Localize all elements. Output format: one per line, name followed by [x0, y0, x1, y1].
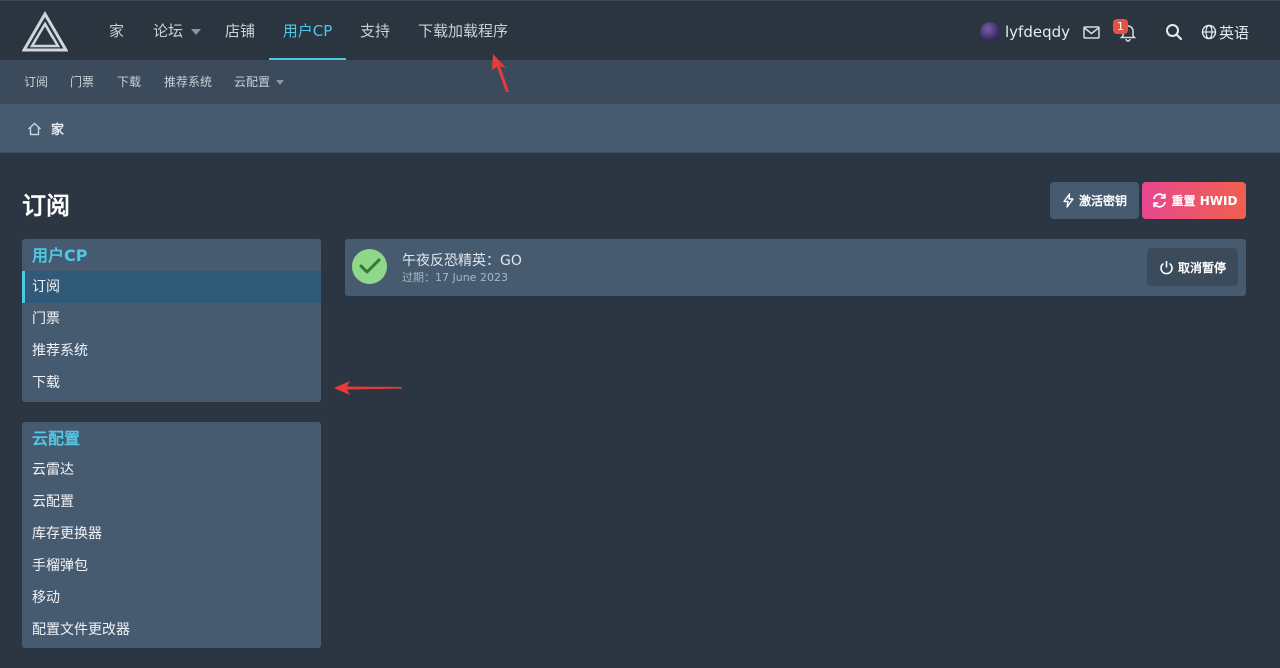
check-icon — [359, 258, 381, 274]
search-icon[interactable] — [1163, 21, 1185, 43]
unpause-label: 取消暂停 — [1177, 260, 1226, 275]
nav-forum-label: 论坛 — [153, 22, 184, 40]
subnav-cloud-config-label: 云配置 — [234, 75, 271, 89]
sidebar-item-subscriptions[interactable]: 订阅 — [22, 271, 321, 303]
sidebar-cloud-panel: 云配置 云雷达 云配置 库存更换器 手榴弹包 移动 配置文件更改器 — [22, 422, 321, 648]
sidebar-cloud-title: 云配置 — [32, 429, 81, 448]
breadcrumb[interactable]: 家 — [27, 119, 64, 138]
top-nav-bar: 家 论坛 店铺 用户CP 支持 下载加载程序 lyfdeqdy 1 英语 — [0, 0, 1280, 60]
nav-home[interactable]: 家 — [109, 1, 124, 60]
sidebar-item-downloads[interactable]: 下载 — [22, 367, 321, 399]
unpause-button[interactable]: 取消暂停 — [1147, 248, 1238, 286]
annotation-arrow-up — [492, 54, 509, 92]
bolt-icon — [1063, 193, 1074, 208]
avatar — [980, 22, 1000, 42]
notification-badge: 1 — [1113, 19, 1128, 34]
page-title: 订阅 — [22, 192, 70, 220]
home-icon — [28, 122, 41, 135]
sidebar-usercp-title: 用户CP — [32, 246, 88, 265]
power-icon — [1160, 260, 1173, 274]
refresh-icon — [1152, 193, 1166, 208]
activate-key-button[interactable]: 激活密钥 — [1050, 182, 1139, 219]
language-selector[interactable]: 英语 — [1201, 21, 1249, 43]
logo-icon[interactable] — [22, 11, 68, 53]
sidebar-item-config-changer[interactable]: 配置文件更改器 — [22, 614, 321, 646]
sidebar-item-cloud-radar[interactable]: 云雷达 — [22, 454, 321, 486]
subnav-cloud-config[interactable]: 云配置 — [234, 60, 285, 104]
caret-down-icon[interactable] — [276, 80, 285, 85]
nav-support[interactable]: 支持 — [360, 1, 390, 60]
breadcrumb-home[interactable]: 家 — [51, 119, 64, 138]
sidebar-item-tickets[interactable]: 门票 — [22, 303, 321, 335]
subnav-tickets[interactable]: 门票 — [70, 60, 94, 104]
activate-key-label: 激活密钥 — [1078, 194, 1127, 208]
sidebar-item-grenade-pack[interactable]: 手榴弹包 — [22, 550, 321, 582]
reset-hwid-label: 重置 HWID — [1171, 194, 1238, 208]
sub-nav-bar: 订阅 门票 下载 推荐系统 云配置 — [0, 60, 1280, 104]
subscription-card: 午夜反恐精英：GO 过期：17 June 2023 取消暂停 — [345, 239, 1246, 296]
language-label: 英语 — [1219, 23, 1250, 42]
annotation-arrow-left — [334, 381, 402, 395]
subnav-subscriptions[interactable]: 订阅 — [24, 60, 48, 104]
mail-icon[interactable] — [1081, 21, 1103, 43]
subscription-name: 午夜反恐精英：GO — [402, 253, 522, 269]
sidebar-item-movement[interactable]: 移动 — [22, 582, 321, 614]
status-badge — [352, 249, 387, 284]
reset-hwid-button[interactable]: 重置 HWID — [1142, 182, 1246, 219]
subscription-expiry: 过期：17 June 2023 — [402, 271, 508, 284]
breadcrumb-bar: 家 — [0, 104, 1280, 153]
globe-icon — [1201, 24, 1217, 40]
sidebar-usercp-panel: 用户CP 订阅 门票 推荐系统 下载 — [22, 239, 321, 402]
nav-forum[interactable]: 论坛 — [153, 1, 202, 60]
user-menu[interactable]: lyfdeqdy — [980, 21, 1070, 43]
username: lyfdeqdy — [1005, 23, 1070, 41]
sidebar-item-referral[interactable]: 推荐系统 — [22, 335, 321, 367]
sidebar-item-cloud-config[interactable]: 云配置 — [22, 486, 321, 518]
nav-shop[interactable]: 店铺 — [225, 1, 255, 60]
nav-usercp[interactable]: 用户CP — [269, 1, 346, 60]
subnav-downloads[interactable]: 下载 — [117, 60, 141, 104]
subnav-referral[interactable]: 推荐系统 — [164, 60, 212, 104]
caret-down-icon[interactable] — [191, 28, 202, 35]
sidebar-item-inventory-changer[interactable]: 库存更换器 — [22, 518, 321, 550]
